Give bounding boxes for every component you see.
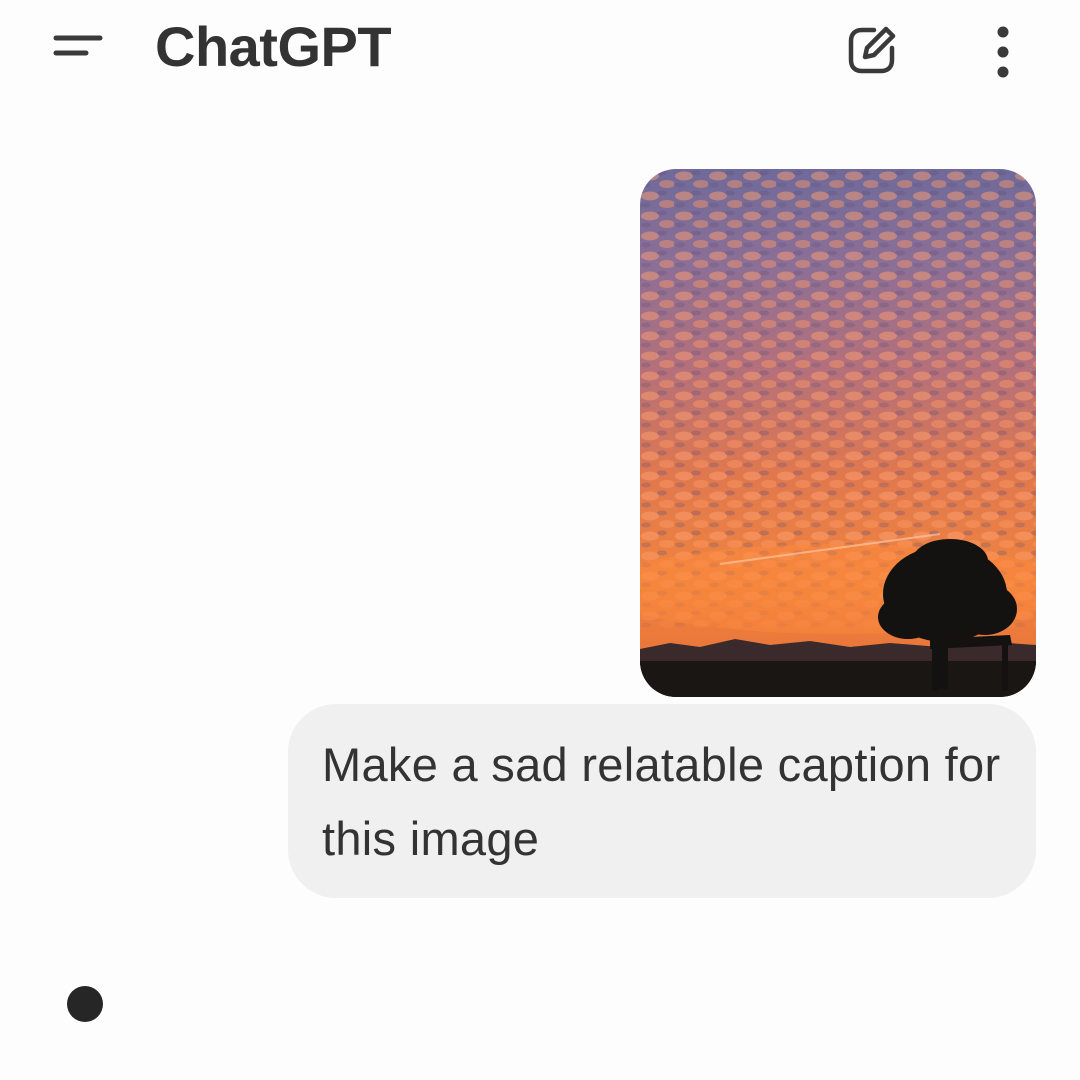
chat-screen: ChatGPT Make a sad relatable caption for… — [0, 0, 1080, 1080]
assistant-typing-indicator — [67, 986, 103, 1022]
attached-image[interactable] — [640, 169, 1036, 697]
menu-button[interactable] — [40, 18, 110, 78]
top-app-bar: ChatGPT — [0, 0, 1080, 100]
vertical-ellipsis-icon — [997, 26, 1009, 78]
user-message-text: Make a sad relatable caption for this im… — [322, 738, 1001, 865]
more-options-button[interactable] — [978, 16, 1028, 84]
page-title: ChatGPT — [155, 15, 392, 78]
hamburger-menu-icon — [53, 35, 103, 56]
new-chat-button[interactable] — [838, 16, 906, 84]
edit-pencil-icon — [848, 26, 896, 74]
sunset-photo — [640, 169, 1036, 697]
